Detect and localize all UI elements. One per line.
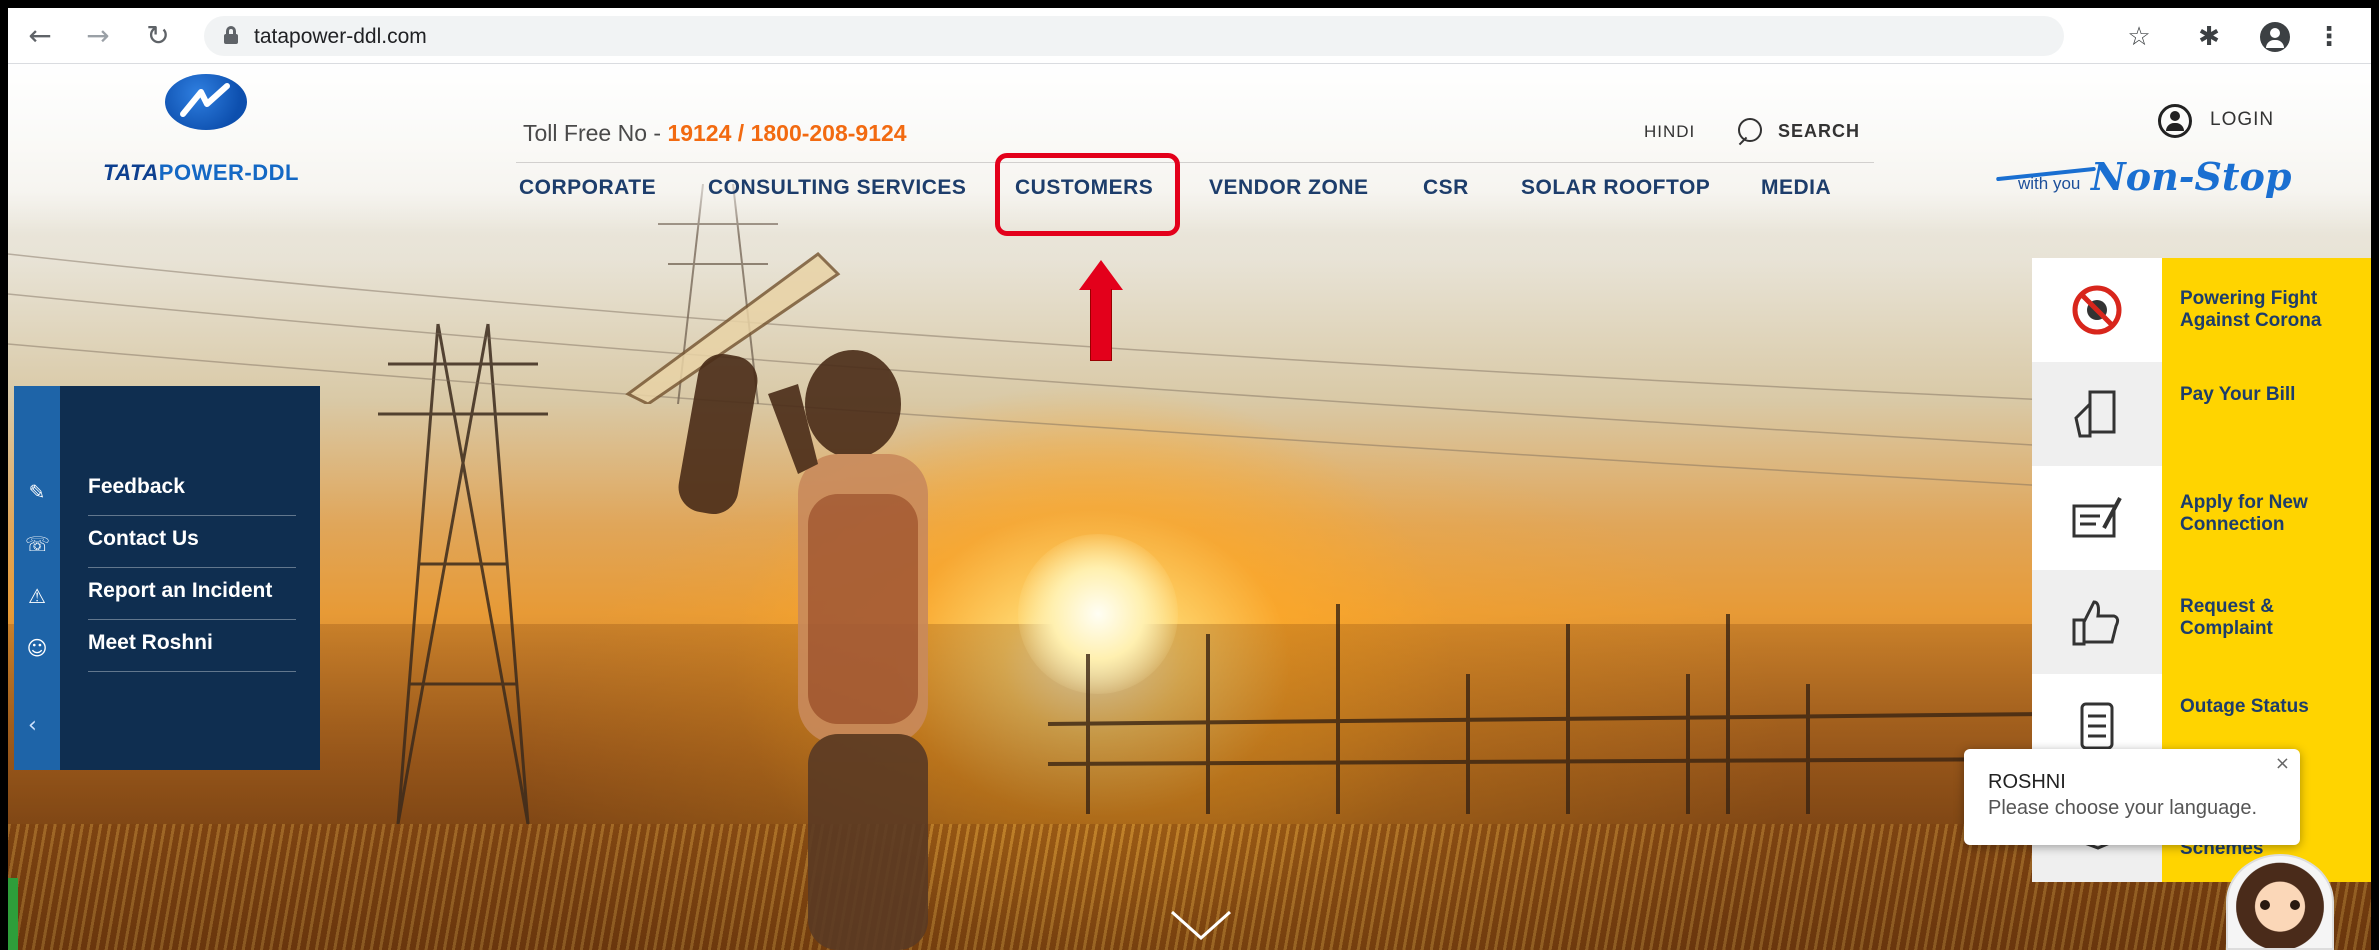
quick-link-label: Request & Complaint xyxy=(2180,596,2274,639)
menu-kebab-icon[interactable]: ⋮ xyxy=(2312,20,2346,54)
thumbs-up-icon xyxy=(2072,600,2120,646)
header-divider xyxy=(516,162,1874,163)
url-text: tatapower-ddl.com xyxy=(254,25,427,48)
left-item-label: Meet Roshni xyxy=(88,631,213,654)
left-item-label: Feedback xyxy=(88,475,185,498)
left-item-report-incident[interactable]: Report an Incident xyxy=(88,568,296,620)
quick-link-label: Powering Fight Against Corona xyxy=(2180,288,2322,331)
search-icon[interactable] xyxy=(1734,116,1768,148)
header-bar xyxy=(8,64,2371,234)
power-lines-decor xyxy=(8,253,2371,505)
forward-icon[interactable]: → xyxy=(82,20,114,52)
chat-message: Please choose your language. xyxy=(1988,797,2258,819)
toll-free-label: Toll Free No - xyxy=(523,120,668,146)
quick-link-corona[interactable]: Powering Fight Against Corona xyxy=(2032,258,2371,362)
brand-name-b: POWER-DDL xyxy=(158,160,299,185)
close-icon[interactable]: × xyxy=(2275,753,2290,774)
quick-link-label: Outage Status xyxy=(2180,696,2309,717)
profile-icon[interactable] xyxy=(2260,22,2290,52)
bill-icon xyxy=(2074,390,2116,438)
nav-consulting-services[interactable]: CONSULTING SERVICES xyxy=(708,176,966,200)
browser-toolbar: ← → ↻ tatapower-ddl.com ☆ ✱ ⋮ xyxy=(8,8,2371,64)
extensions-icon[interactable]: ✱ xyxy=(2192,20,2226,54)
no-virus-icon xyxy=(2072,285,2122,335)
quick-link-text-cell: Apply for New Connection xyxy=(2162,466,2371,570)
roshni-icon[interactable]: ☺ xyxy=(25,636,49,660)
phone-icon[interactable]: ☏ xyxy=(25,532,50,556)
hindi-language-link[interactable]: HINDI xyxy=(1644,122,1695,142)
quick-link-icon-cell xyxy=(2032,466,2162,570)
bookmark-star-icon[interactable]: ☆ xyxy=(2122,20,2156,54)
document-icon xyxy=(2080,702,2114,750)
corner-decor xyxy=(8,878,18,950)
quick-link-icon-cell xyxy=(2032,362,2162,466)
nav-csr[interactable]: CSR xyxy=(1423,176,1469,200)
roshni-chat-popup[interactable]: × ROSHNI Please choose your language. xyxy=(1964,749,2300,845)
reload-icon[interactable]: ↻ xyxy=(142,20,174,52)
nav-media[interactable]: MEDIA xyxy=(1761,176,1831,200)
hero-page: TATAPOWER-DDL Toll Free No - 19124 / 180… xyxy=(8,64,2371,950)
quick-link-text-cell: Pay Your Bill xyxy=(2162,362,2371,466)
tagline-logo: with you Non-Stop xyxy=(1996,154,2296,204)
left-item-label: Report an Incident xyxy=(88,579,273,602)
left-item-contact-us[interactable]: Contact Us xyxy=(88,516,296,568)
nav-solar-rooftop[interactable]: SOLAR ROOFTOP xyxy=(1521,176,1710,200)
form-icon xyxy=(2072,497,2122,538)
quick-link-request-complaint[interactable]: Request & Complaint xyxy=(2032,570,2371,674)
left-item-meet-roshni[interactable]: Meet Roshni xyxy=(88,620,296,672)
search-link[interactable]: SEARCH xyxy=(1778,121,1860,142)
quick-link-label: Apply for New Connection xyxy=(2180,492,2308,535)
lock-icon xyxy=(224,26,238,44)
left-item-feedback[interactable]: Feedback xyxy=(88,464,296,516)
address-bar[interactable]: tatapower-ddl.com xyxy=(204,16,2064,56)
incident-icon[interactable]: ⚠ xyxy=(25,584,49,608)
customers-highlight-annotation xyxy=(995,153,1180,236)
brand-logo-text[interactable]: TATAPOWER-DDL xyxy=(103,160,299,186)
left-icon-strip: ✎ ☏ ⚠ ☺ ‹ xyxy=(14,386,60,770)
chat-bot-name: ROSHNI xyxy=(1988,771,2066,793)
roshni-avatar-icon[interactable] xyxy=(2226,854,2334,950)
user-account-icon[interactable] xyxy=(2158,104,2192,138)
person-silhouette-decor xyxy=(678,350,928,950)
left-quick-panel: ✎ ☏ ⚠ ☺ ‹ Feedback Contact Us Report an … xyxy=(14,386,320,770)
quick-link-text-cell: Request & Complaint xyxy=(2162,570,2371,674)
toll-free-number[interactable]: 19124 / 1800-208-9124 xyxy=(667,120,906,146)
quick-link-label: Pay Your Bill xyxy=(2180,384,2296,405)
brand-name-a: TATA xyxy=(103,160,159,185)
quick-link-new-connection[interactable]: Apply for New Connection xyxy=(2032,466,2371,570)
substation-decor xyxy=(1048,604,2048,814)
quick-link-icon-cell xyxy=(2032,258,2162,362)
quick-link-pay-bill[interactable]: Pay Your Bill xyxy=(2032,362,2371,466)
tagline-big-text: Non-Stop xyxy=(2091,154,2292,199)
quick-link-icon-cell xyxy=(2032,570,2162,674)
feedback-icon[interactable]: ✎ xyxy=(25,480,49,504)
screenshot-frame: ← → ↻ tatapower-ddl.com ☆ ✱ ⋮ TATAPOWER-… xyxy=(8,8,2371,950)
tagline-small-text: with you xyxy=(2018,174,2081,193)
nav-corporate[interactable]: CORPORATE xyxy=(519,176,656,200)
tata-logo-icon[interactable] xyxy=(165,74,247,130)
login-link[interactable]: LOGIN xyxy=(2210,109,2274,131)
chevron-left-icon[interactable]: ‹ xyxy=(28,715,48,737)
red-arrow-annotation-icon xyxy=(1079,260,1123,362)
nav-vendor-zone[interactable]: VENDOR ZONE xyxy=(1209,176,1369,200)
quick-link-text-cell: Powering Fight Against Corona xyxy=(2162,258,2371,362)
back-icon[interactable]: ← xyxy=(24,20,56,52)
left-item-label: Contact Us xyxy=(88,527,199,550)
toll-free-info: Toll Free No - 19124 / 1800-208-9124 xyxy=(523,120,907,147)
chevron-down-icon[interactable] xyxy=(1166,904,1236,944)
